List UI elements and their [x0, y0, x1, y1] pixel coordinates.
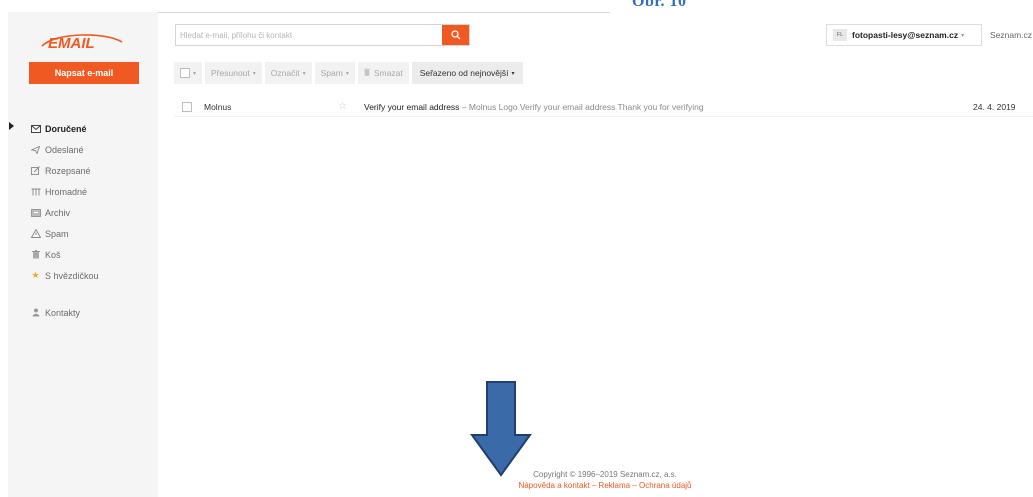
seznam-link[interactable]: Seznam.cz: [990, 30, 1033, 40]
message-preview: – Molnus Logo Verify your email address …: [459, 101, 704, 112]
chevron-down-icon: ▾: [511, 70, 515, 77]
sidebar-item-label: Odeslané: [45, 144, 84, 155]
account-menu[interactable]: FL fotopasti-lesy@seznam.cz ▾: [826, 24, 982, 46]
mark-label: Označit: [270, 68, 300, 78]
chevron-down-icon: ▾: [302, 70, 306, 77]
chevron-down-icon: ▾: [961, 32, 965, 39]
message-checkbox[interactable]: [182, 101, 192, 112]
draft-icon: [29, 166, 42, 175]
spam-icon: [29, 229, 42, 238]
sidebar-item-spam[interactable]: Spam: [29, 223, 154, 244]
move-label: Přesunout: [211, 68, 250, 78]
sidebar-item-bulk[interactable]: Hromadné: [29, 181, 154, 202]
down-arrow-annotation: [470, 381, 532, 477]
avatar: FL: [833, 29, 847, 41]
chevron-down-icon: ▾: [345, 70, 349, 77]
select-all-checkbox[interactable]: [180, 68, 190, 78]
sidebar-item-label: Rozepsané: [45, 165, 91, 176]
sort-dropdown[interactable]: Seřazeno od nejnovější ▾: [411, 62, 523, 84]
star-icon: ★: [31, 270, 40, 280]
page: Obr. 10 EMAIL Napsat e-mail Doručené Ode…: [0, 0, 1033, 497]
active-folder-indicator: [9, 122, 14, 130]
inbox-icon: [29, 124, 42, 133]
sidebar-item-starred[interactable]: ★ S hvězdičkou: [29, 265, 154, 286]
left-margin: [0, 0, 8, 497]
sidebar-item-label: Archiv: [45, 207, 71, 218]
star-toggle-icon[interactable]: ☆: [338, 101, 347, 112]
message-date: 24. 4. 2019: [973, 101, 1016, 112]
trash-icon: [363, 68, 370, 78]
footer-links[interactable]: Nápověda a kontakt – Reklama – Ochrana ú…: [490, 481, 720, 490]
person-icon: [29, 308, 42, 317]
message-subject-line: Verify your email address – Molnus Logo …: [364, 102, 704, 112]
sidebar-item-inbox[interactable]: Doručené: [29, 118, 154, 139]
compose-button[interactable]: Napsat e-mail: [29, 62, 139, 84]
sidebar-item-label: Kontakty: [45, 307, 81, 318]
trash-icon: [29, 250, 42, 259]
delete-button[interactable]: Smazat: [357, 62, 409, 84]
folder-nav: Doručené Odeslané Rozepsané Hromadné Arc…: [29, 118, 154, 323]
sidebar-item-label: S hvězdičkou: [45, 270, 99, 281]
message-toolbar: ▾ Přesunout ▾ Označit ▾ Spam ▾ Smazat Se…: [174, 62, 526, 84]
chevron-down-icon: ▾: [252, 70, 256, 77]
delete-label: Smazat: [373, 68, 403, 78]
sidebar-item-archive[interactable]: Archiv: [29, 202, 154, 223]
sidebar-item-trash[interactable]: Koš: [29, 244, 154, 265]
figure-label: Obr. 10: [632, 0, 687, 10]
sidebar-item-label: Spam: [45, 228, 69, 239]
email-logo-icon: EMAIL: [41, 34, 123, 52]
sidebar-item-label: Hromadné: [45, 186, 88, 197]
archive-icon: [29, 208, 42, 217]
chevron-down-icon: ▾: [193, 70, 197, 77]
sidebar-item-label: Doručené: [45, 123, 87, 134]
sidebar-item-drafts[interactable]: Rozepsané: [29, 160, 154, 181]
account-email: fotopasti-lesy@seznam.cz: [852, 30, 959, 40]
search-input[interactable]: [176, 25, 442, 45]
message-sender: Molnus: [204, 101, 232, 112]
nav-separator: [29, 286, 154, 302]
spam-label: Spam: [320, 68, 343, 78]
sort-label: Seřazeno od nejnovější: [419, 68, 509, 78]
spam-button[interactable]: Spam ▾: [314, 62, 355, 84]
search-icon: [450, 30, 460, 40]
message-subject: Verify your email address: [364, 101, 460, 112]
sidebar-item-contacts[interactable]: Kontakty: [29, 302, 154, 323]
arrow-down-icon: [470, 381, 532, 477]
select-all-dropdown[interactable]: ▾: [174, 62, 203, 84]
mark-button[interactable]: Označit ▾: [264, 62, 312, 84]
header-divider: [158, 12, 610, 13]
move-button[interactable]: Přesunout ▾: [205, 62, 262, 84]
message-row[interactable]: Molnus ☆ Verify your email address – Mol…: [174, 97, 1033, 117]
send-icon: [29, 145, 42, 154]
search-button[interactable]: [442, 25, 469, 45]
bulk-icon: [29, 188, 42, 196]
sidebar-item-label: Koš: [45, 249, 61, 260]
sidebar-item-sent[interactable]: Odeslané: [29, 139, 154, 160]
search-bar: [175, 24, 470, 46]
svg-text:EMAIL: EMAIL: [48, 35, 95, 52]
email-logo[interactable]: EMAIL: [36, 26, 126, 54]
